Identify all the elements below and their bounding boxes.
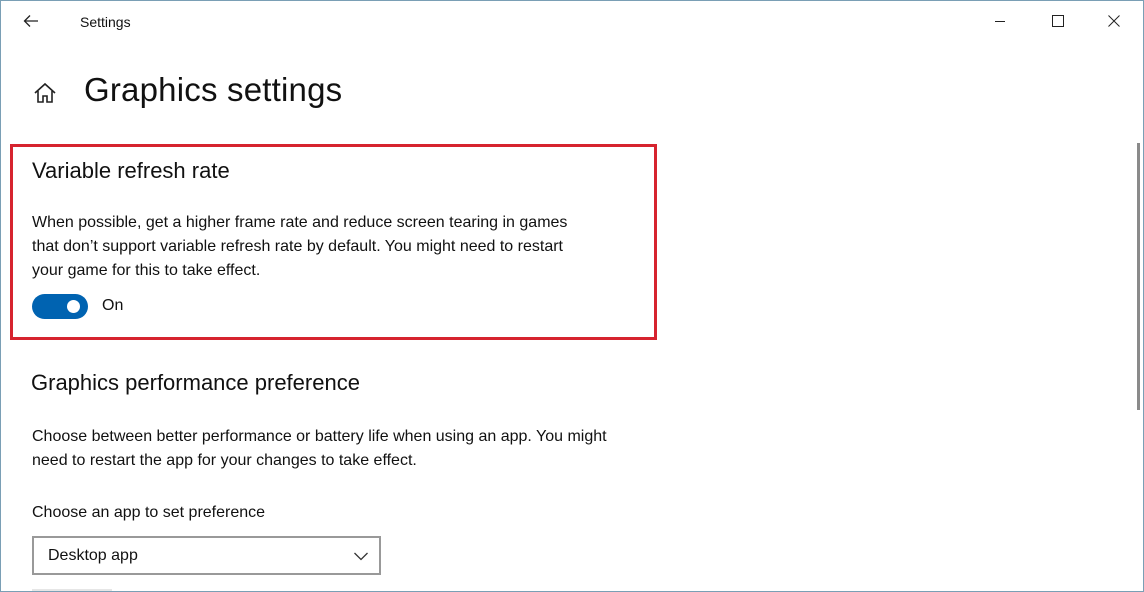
toggle-state-label: On — [102, 297, 124, 314]
graphics-performance-description: Choose between better performance or bat… — [32, 428, 607, 469]
home-button[interactable] — [31, 79, 59, 107]
vertical-scrollbar[interactable] — [1137, 143, 1140, 410]
title-bar: Settings — [1, 1, 1143, 43]
variable-refresh-rate-toggle[interactable] — [32, 294, 88, 319]
close-icon — [1108, 15, 1120, 27]
page-title: Graphics settings — [84, 71, 343, 108]
app-title: Settings — [80, 14, 131, 30]
chevron-down-icon — [354, 552, 368, 561]
home-icon — [34, 82, 56, 103]
maximize-icon — [1052, 15, 1064, 27]
toggle-knob — [67, 300, 80, 313]
app-type-dropdown[interactable]: Desktop app — [32, 536, 381, 575]
settings-window: Settings Graphics settings Variable refr… — [0, 0, 1144, 592]
minimize-icon — [995, 21, 1005, 22]
choose-app-label: Choose an app to set preference — [32, 504, 266, 521]
maximize-button[interactable] — [1030, 1, 1086, 41]
back-arrow-icon — [23, 15, 38, 27]
variable-refresh-rate-heading: Variable refresh rate — [32, 158, 230, 183]
graphics-performance-heading: Graphics performance preference — [31, 370, 360, 395]
variable-refresh-rate-description: When possible, get a higher frame rate a… — [32, 214, 568, 279]
close-button[interactable] — [1086, 1, 1142, 41]
dropdown-selected-value: Desktop app — [48, 547, 138, 564]
back-button[interactable] — [13, 5, 49, 37]
minimize-button[interactable] — [972, 1, 1028, 41]
